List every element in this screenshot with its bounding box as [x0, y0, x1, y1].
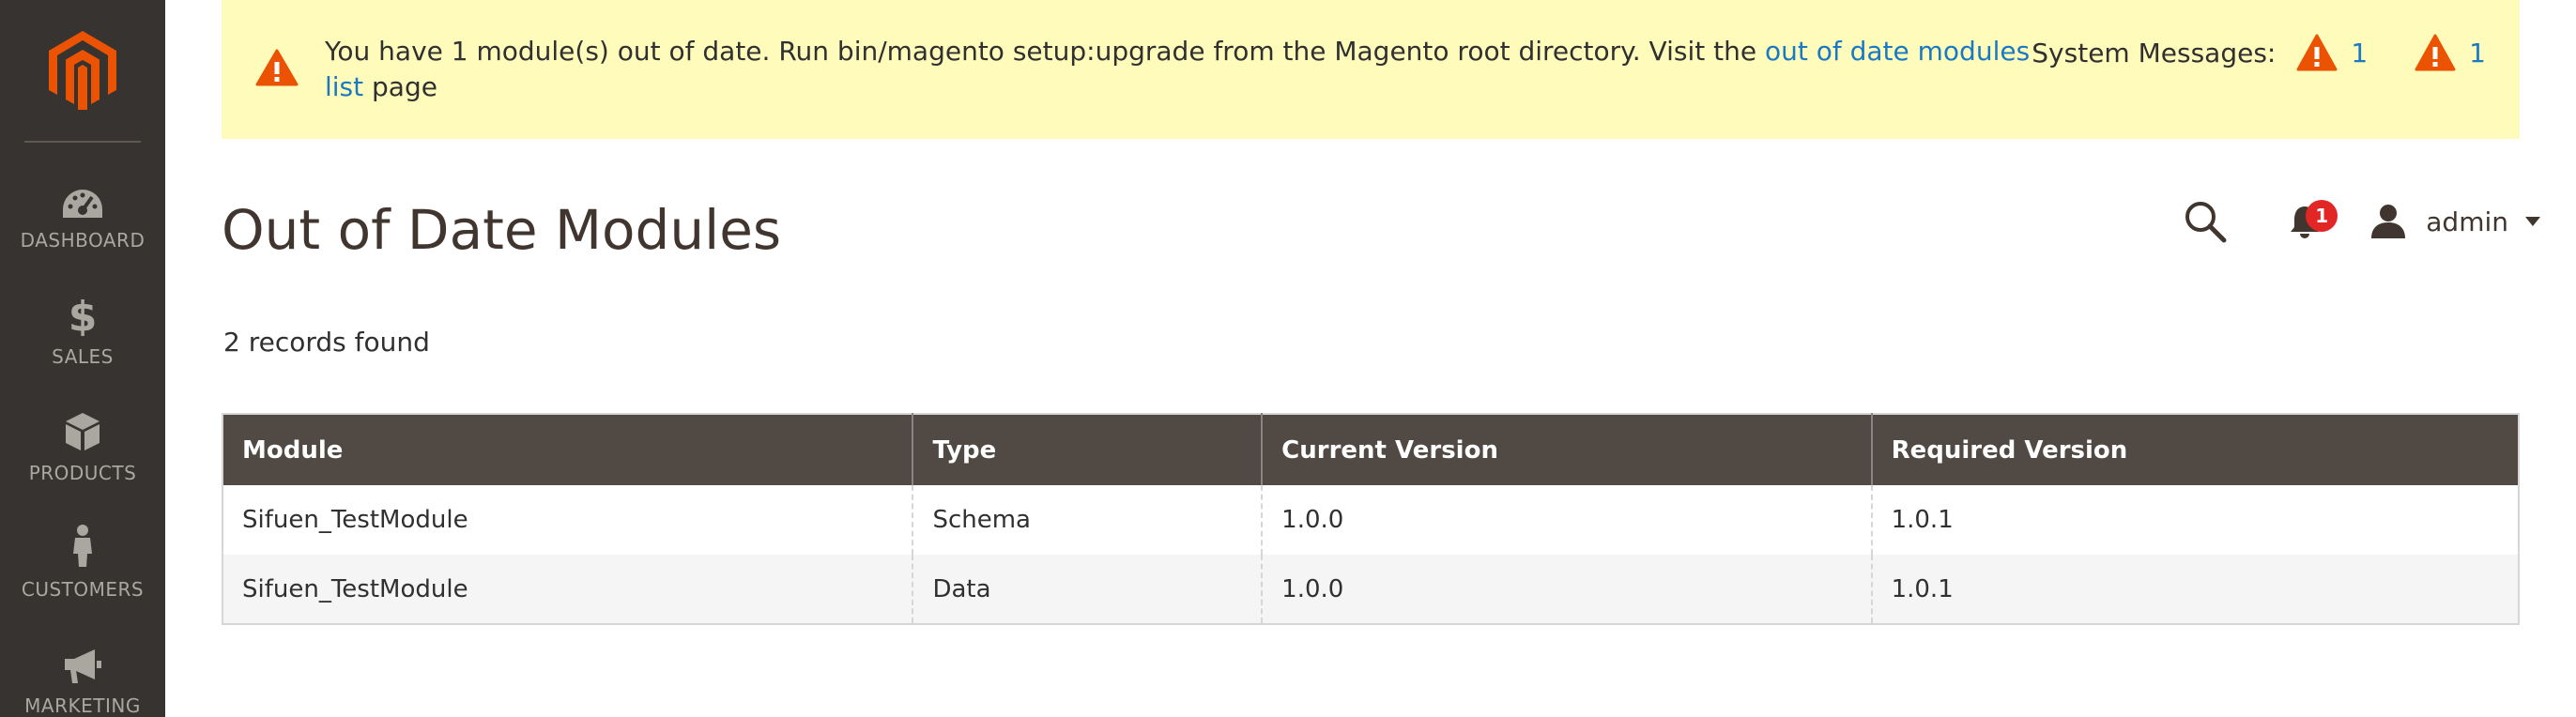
cell-type: Data [912, 555, 1264, 624]
table-row: Sifuen_TestModule Schema 1.0.0 1.0.1 [222, 485, 2519, 555]
nav-label-dashboard: DASHBOARD [20, 229, 146, 252]
header-actions: 1 admin [2180, 195, 2540, 248]
username: admin [2426, 206, 2508, 237]
notifications-button[interactable]: 1 [2279, 196, 2338, 247]
system-message-banner: You have 1 module(s) out of date. Run bi… [222, 0, 2520, 139]
caret-down-icon [2525, 217, 2540, 226]
warning-icon [2415, 34, 2456, 71]
logo-divider [24, 141, 141, 143]
nav-item-customers[interactable]: CUSTOMERS [0, 496, 165, 612]
system-messages-label: System Messages: [2032, 37, 2277, 69]
admin-app: DASHBOARD $ SALES PRODUCTS CUSTOMERS MAR… [0, 0, 2576, 717]
nav-label-marketing: MARKETING [24, 694, 141, 717]
warning-icon [2296, 34, 2338, 71]
nav-item-products[interactable]: PRODUCTS [0, 379, 165, 496]
person-icon [70, 524, 95, 569]
dashboard-icon [61, 175, 104, 220]
cell-current-version: 1.0.0 [1262, 555, 1873, 624]
column-header-current-version: Current Version [1262, 414, 1873, 485]
major-count: 1 [2469, 37, 2486, 69]
system-messages: System Messages: 1 1 [2032, 34, 2486, 71]
cube-icon [64, 407, 101, 452]
cell-current-version: 1.0.0 [1262, 485, 1873, 555]
page-title: Out of Date Modules [222, 198, 782, 262]
magento-logo[interactable] [0, 0, 165, 141]
nav-label-products: PRODUCTS [28, 462, 137, 484]
system-message-critical-count[interactable]: 1 [2296, 34, 2368, 71]
column-header-required-version: Required Version [1871, 414, 2519, 485]
banner-text-before: You have 1 module(s) out of date. Run bi… [325, 36, 1757, 67]
megaphone-icon [61, 640, 104, 685]
table-header-row: Module Type Current Version Required Ver… [222, 414, 2519, 485]
sidebar: DASHBOARD $ SALES PRODUCTS CUSTOMERS MAR… [0, 0, 165, 717]
banner-message: You have 1 module(s) out of date. Run bi… [325, 34, 2071, 105]
warning-icon [255, 49, 299, 90]
critical-count: 1 [2351, 37, 2369, 69]
dollar-icon: $ [69, 291, 97, 336]
cell-required-version: 1.0.1 [1871, 485, 2519, 555]
magento-logo-icon [49, 31, 116, 110]
nav-item-dashboard[interactable]: DASHBOARD [0, 146, 165, 263]
user-menu[interactable]: admin [2369, 203, 2540, 240]
nav-item-marketing[interactable]: MARKETING [0, 612, 165, 717]
column-header-module: Module [222, 414, 914, 485]
search-button[interactable] [2180, 196, 2231, 247]
table-row: Sifuen_TestModule Data 1.0.0 1.0.1 [222, 555, 2519, 624]
cell-type: Schema [912, 485, 1264, 555]
cell-module: Sifuen_TestModule [222, 485, 914, 555]
column-header-type: Type [912, 414, 1264, 485]
records-found: 2 records found [223, 327, 430, 358]
nav-label-customers: CUSTOMERS [21, 578, 145, 601]
nav-label-sales: SALES [52, 345, 114, 368]
search-icon [2185, 202, 2227, 243]
cell-module: Sifuen_TestModule [222, 555, 914, 624]
system-message-major-count[interactable]: 1 [2415, 34, 2486, 71]
nav-item-sales[interactable]: $ SALES [0, 263, 165, 379]
cell-required-version: 1.0.1 [1871, 555, 2519, 624]
user-icon [2371, 205, 2406, 238]
banner-text-after: page [372, 71, 437, 102]
modules-table: Module Type Current Version Required Ver… [222, 413, 2520, 625]
svg-text:$: $ [69, 293, 97, 336]
notification-badge: 1 [2306, 200, 2338, 232]
